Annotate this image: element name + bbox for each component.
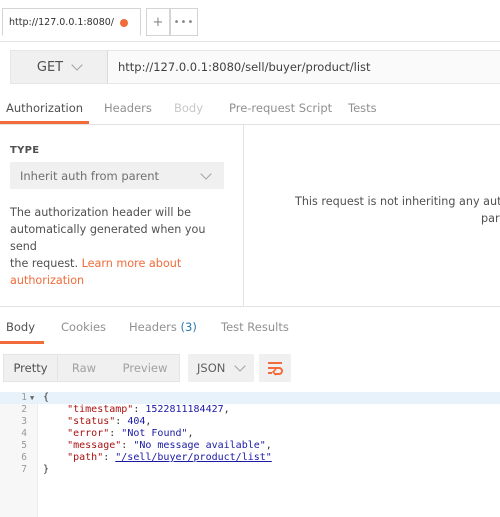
chevron-down-icon (200, 168, 212, 180)
json-key: "error" (67, 428, 110, 439)
http-method-label: GET (36, 59, 64, 75)
code-text: "path": "/sell/buyer/product/list" (67, 452, 272, 463)
learn-more-link[interactable]: authorization (10, 272, 232, 289)
chevron-down-icon (234, 360, 246, 372)
unsaved-changes-dot-icon (120, 19, 128, 27)
code-line: 1 ▼ { (0, 392, 500, 404)
code-line: 2 "timestamp": 1522811184427, (0, 404, 500, 416)
auth-type-panel: TYPE Inherit auth from parent The author… (0, 125, 243, 306)
code-line: 7 } (0, 464, 500, 476)
request-tab[interactable]: http://127.0.0.1:8080/ (2, 8, 141, 36)
line-number: 7 (21, 464, 27, 475)
new-tab-button[interactable]: + (146, 8, 170, 36)
json-value: 404 (127, 416, 146, 427)
learn-more-link[interactable]: Learn more about (82, 257, 182, 270)
code-line: 6 "path": "/sell/buyer/product/list" (0, 452, 500, 464)
code-text: "timestamp": 1522811184427, (67, 404, 230, 415)
response-tabs: Body Cookies Headers (3) Test Results (0, 316, 500, 344)
pretty-button[interactable]: Pretty (4, 355, 58, 381)
code-line: 4 "error": "Not Found", (0, 428, 500, 440)
json-value-link[interactable]: "/sell/buyer/product/list" (115, 452, 272, 463)
tab-body[interactable]: Body (174, 101, 203, 115)
request-url-input[interactable]: http://127.0.0.1:8080/sell/buyer/product… (108, 50, 500, 84)
auth-info-message: pare (481, 212, 500, 225)
preview-button[interactable]: Preview (110, 355, 180, 381)
response-view-mode-group: Pretty Raw Preview (3, 354, 180, 382)
wrap-lines-icon (268, 362, 283, 376)
tab-response-body[interactable]: Body (6, 320, 35, 334)
more-tabs-button[interactable]: ••• (170, 8, 198, 36)
auth-description: The authorization header will be automat… (10, 204, 232, 289)
json-value: "No message available" (133, 440, 266, 451)
tab-headers[interactable]: Headers (104, 101, 152, 115)
auth-description-line: The authorization header will be (10, 206, 192, 219)
code-text: "message": "No message available", (67, 440, 272, 451)
line-number: 2 (21, 404, 27, 415)
line-number: 5 (21, 440, 27, 451)
auth-info-panel: This request is not inheriting any autho… (244, 125, 500, 306)
auth-type-label: TYPE (10, 145, 40, 156)
code-line: 5 "message": "No message available", (0, 440, 500, 452)
active-tab-indicator (0, 341, 44, 344)
tab-cookies[interactable]: Cookies (61, 320, 106, 334)
divider (0, 306, 500, 307)
json-key: "message" (67, 440, 122, 451)
json-value: 1522811184427 (145, 404, 224, 415)
code-text: { (43, 392, 50, 403)
auth-description-line: automatically generated when you send (10, 223, 206, 253)
tab-response-headers-label: Headers (129, 320, 177, 334)
json-key: "timestamp" (67, 404, 134, 415)
chevron-down-icon (71, 59, 83, 71)
json-key: "path" (67, 452, 104, 463)
code-text: "error": "Not Found", (67, 428, 194, 439)
auth-type-dropdown[interactable]: Inherit auth from parent (10, 162, 224, 189)
code-line: 3 "status": 404, (0, 416, 500, 428)
auth-description-text: the request. (10, 257, 82, 270)
tab-prerequest-script[interactable]: Pre-request Script (229, 101, 332, 115)
response-body-viewer[interactable]: 1 ▼ { 2 "timestamp": 1522811184427, 3 "s… (0, 392, 500, 517)
auth-type-value: Inherit auth from parent (20, 168, 160, 183)
response-format-value: JSON (197, 361, 226, 375)
line-number: 6 (21, 452, 27, 463)
divider (0, 41, 500, 42)
wrap-lines-button[interactable] (259, 354, 291, 382)
headers-count-badge: (3) (180, 320, 197, 334)
code-text: } (43, 464, 50, 475)
json-key: "status" (67, 416, 116, 427)
request-tab-label: http://127.0.0.1:8080/ (9, 16, 115, 28)
request-tab-strip: http://127.0.0.1:8080/ + ••• (0, 0, 500, 42)
line-number: 3 (21, 416, 27, 427)
line-number: 4 (21, 428, 27, 439)
tab-authorization[interactable]: Authorization (6, 101, 83, 115)
tab-test-results[interactable]: Test Results (221, 320, 289, 334)
tab-tests[interactable]: Tests (348, 101, 377, 115)
raw-button[interactable]: Raw (58, 355, 110, 381)
line-number: 1 (21, 392, 27, 403)
auth-info-message: This request is not inheriting any autho… (295, 195, 500, 208)
code-text: "status": 404, (67, 416, 152, 427)
json-value: "Not Found" (121, 428, 188, 439)
http-method-dropdown[interactable]: GET (10, 50, 108, 84)
response-format-dropdown[interactable]: JSON (188, 354, 254, 382)
tab-response-headers[interactable]: Headers (3) (129, 320, 197, 334)
auth-description-line: the request. Learn more about (10, 255, 232, 272)
request-tabs: Authorization Headers Body Pre-request S… (0, 96, 500, 124)
fold-toggle-icon[interactable]: ▼ (30, 392, 34, 404)
